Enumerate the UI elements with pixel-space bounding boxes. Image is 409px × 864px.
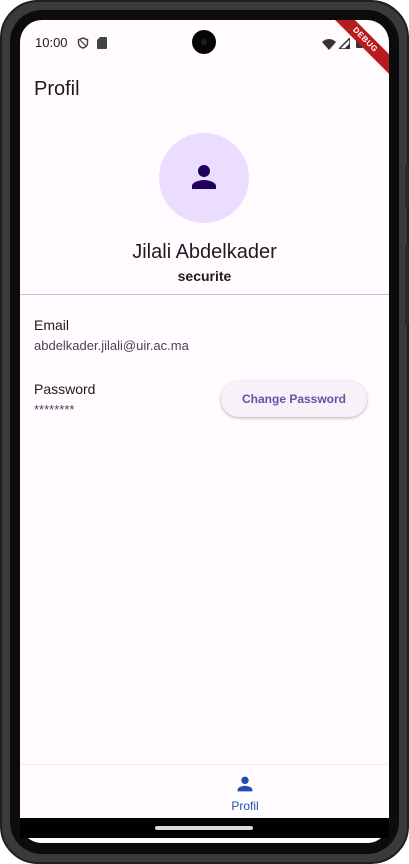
- user-role: securite: [177, 268, 232, 284]
- home-indicator[interactable]: [155, 826, 253, 830]
- email-label: Email: [34, 317, 70, 333]
- shield-icon: [77, 36, 89, 54]
- debug-banner-label: DEBUG: [329, 20, 389, 80]
- power-button: [405, 245, 409, 325]
- divider: [20, 294, 389, 295]
- screen: 10:00 DEBUG Profil Jilali Abdelkader sec…: [20, 20, 389, 843]
- change-password-button[interactable]: Change Password: [221, 381, 367, 417]
- password-value: ********: [34, 402, 75, 417]
- password-label: Password: [34, 381, 96, 397]
- debug-banner: DEBUG: [329, 20, 389, 80]
- sd-card-icon: [97, 36, 107, 54]
- volume-button: [405, 165, 409, 209]
- nav-item-label: Profil: [231, 799, 259, 813]
- person-icon: [192, 165, 216, 189]
- status-time: 10:00: [35, 35, 68, 50]
- person-icon: [237, 776, 253, 792]
- status-bar: 10:00 DEBUG: [20, 20, 389, 80]
- nav-item-profil[interactable]: Profil: [212, 773, 278, 821]
- user-name: Jilali Abdelkader: [132, 241, 277, 263]
- page-title: Profil: [34, 78, 80, 100]
- avatar: [159, 133, 249, 223]
- front-camera: [192, 30, 216, 54]
- email-value: abdelkader.jilali@uir.ac.ma: [34, 338, 189, 353]
- gesture-bar-area: [20, 818, 389, 838]
